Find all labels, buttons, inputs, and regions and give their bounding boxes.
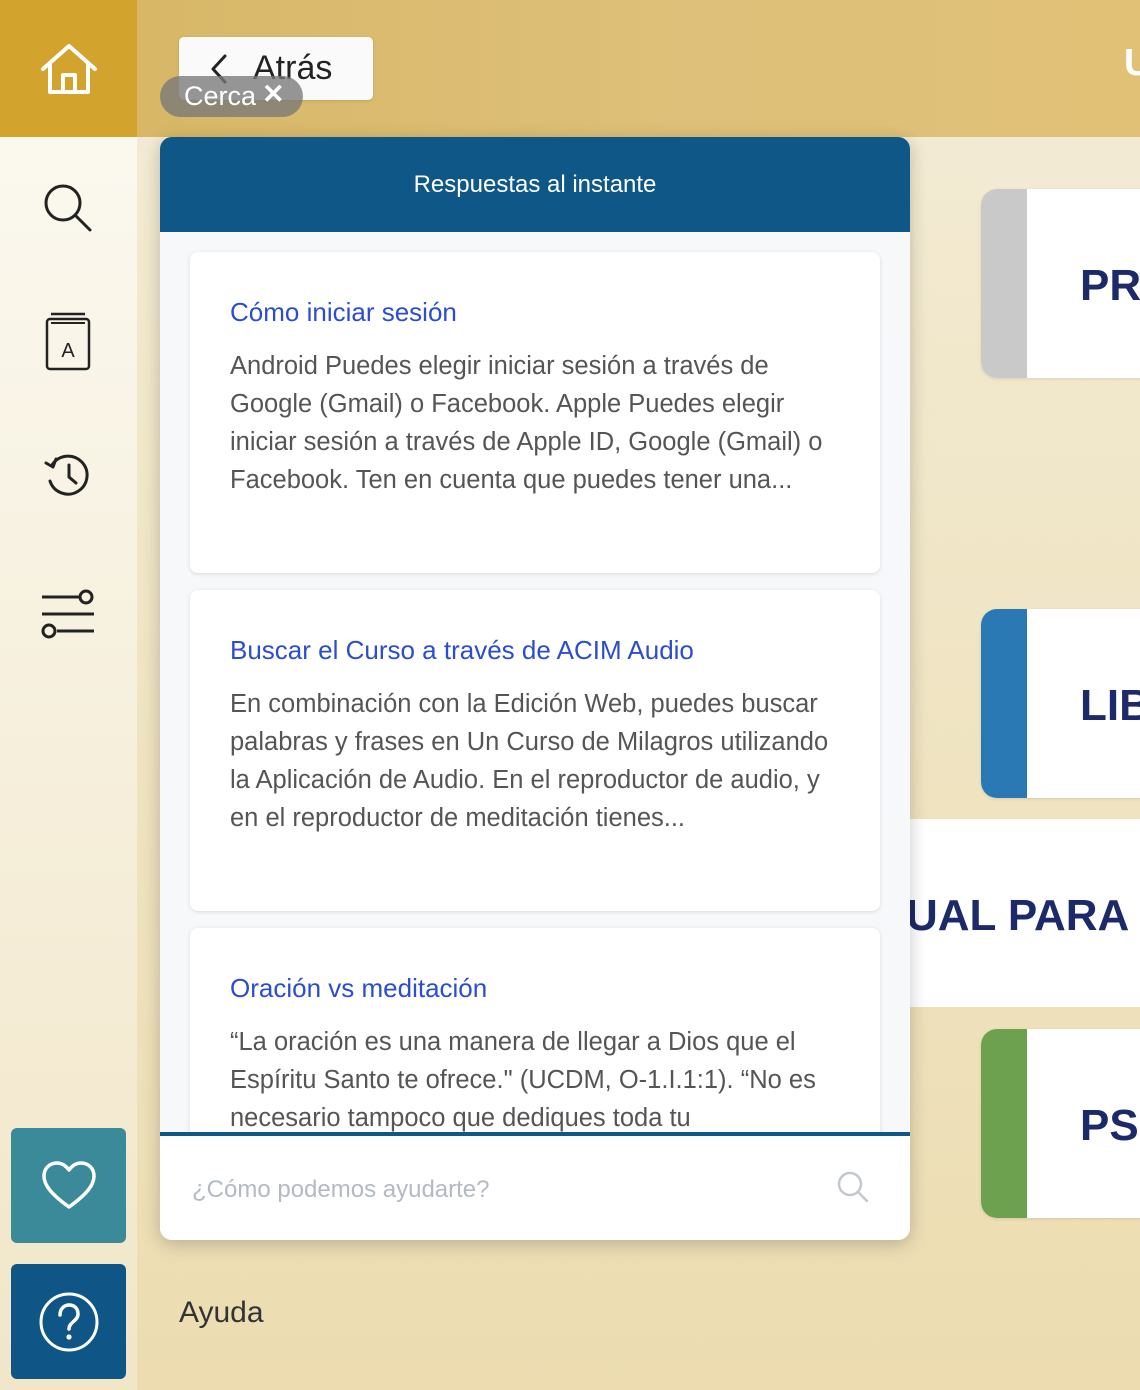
svg-text:A: A [61,340,75,362]
card-label: PSI [1080,1101,1140,1150]
article-title[interactable]: Oración vs meditación [230,973,487,1004]
sidebar-history-button[interactable] [34,442,102,510]
card-color-bar [981,189,1027,378]
history-icon [44,454,89,496]
card-label: UAL PARA E [906,891,1140,940]
help-label: Ayuda [179,1296,264,1329]
help-search-input[interactable] [190,1164,824,1216]
article-list[interactable]: Cómo iniciar sesión Android Puedes elegi… [160,232,910,1132]
top-bar: U [0,0,1140,137]
help-button[interactable] [11,1264,126,1379]
book-card-pri[interactable]: PRI [981,189,1140,378]
search-icon[interactable] [836,1170,870,1204]
close-icon: ✕ [262,79,285,109]
sidebar-search-button[interactable] [34,174,102,242]
card-label: PRI [1080,261,1140,310]
help-widget: Respuestas al instante Cómo iniciar sesi… [160,137,910,1240]
article-title[interactable]: Cómo iniciar sesión [230,297,457,328]
help-widget-title: Respuestas al instante [413,170,657,198]
card-label: LIB [1080,681,1140,730]
article-card[interactable]: Oración vs meditación “La oración es una… [190,928,880,1132]
book-card-psi[interactable]: PSI [981,1029,1140,1218]
help-search-bar [160,1132,910,1240]
filter-icon [41,589,94,639]
article-card[interactable]: Buscar el Curso a través de ACIM Audio E… [190,590,880,911]
heart-icon [41,1160,96,1209]
article-excerpt: “La oración es una manera de llegar a Di… [230,1028,816,1132]
book-card-manual[interactable]: UAL PARA E [880,819,1140,1007]
book-card-lib[interactable]: LIB [981,609,1140,798]
article-title[interactable]: Buscar el Curso a través de ACIM Audio [230,635,694,666]
home-icon [40,43,97,94]
sidebar-book-button[interactable]: A [34,307,102,375]
article-excerpt: En combinación con la Edición Web, puede… [230,690,829,832]
article-excerpt: Android Puedes elegir iniciar sesión a t… [230,352,823,494]
sidebar-settings-button[interactable] [34,580,102,648]
page-title-partial: U [1124,42,1140,84]
book-icon: A [45,312,91,371]
card-color-bar [981,609,1027,798]
help-widget-header: Respuestas al instante [160,137,910,232]
card-color-bar [981,1029,1027,1218]
close-widget-label: Cerca [184,81,257,111]
help-icon [39,1292,98,1351]
favorites-button[interactable] [11,1128,126,1243]
article-card[interactable]: Cómo iniciar sesión Android Puedes elegi… [190,252,880,573]
search-icon [44,184,92,232]
home-button[interactable] [0,0,137,137]
close-widget-button[interactable]: Cerca ✕ [160,76,303,117]
